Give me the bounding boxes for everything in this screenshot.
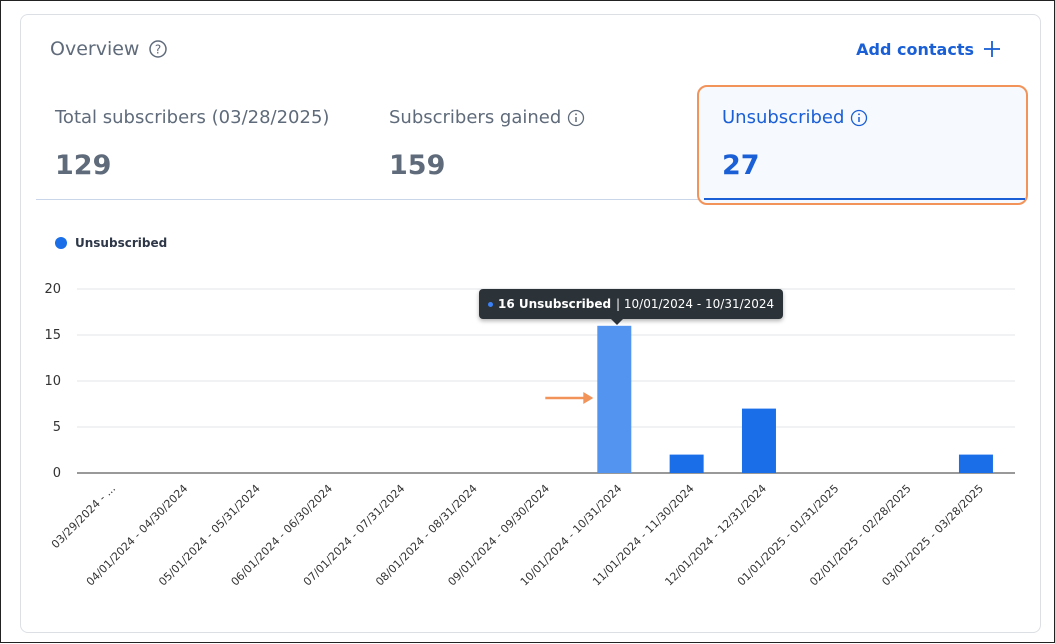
y-tick-label: 5 <box>53 420 61 435</box>
bar-tooltip: 16 Unsubscribed | 10/01/2024 - 10/31/202… <box>479 289 784 325</box>
bar[interactable] <box>958 454 993 473</box>
y-tick-label: 10 <box>44 374 61 389</box>
tooltip-value: 16 Unsubscribed <box>498 297 612 311</box>
bar[interactable] <box>597 325 632 473</box>
annotation-arrow-icon <box>583 392 594 404</box>
y-tick-label: 15 <box>44 328 61 343</box>
x-tick-label: 03/29/2024 - ... <box>49 482 118 551</box>
y-tick-label: 20 <box>44 282 61 297</box>
unsubscribed-bar-chart: 0510152003/29/2024 - ...04/01/2024 - 04/… <box>44 282 1015 589</box>
bar[interactable] <box>741 408 776 473</box>
bar[interactable] <box>669 454 704 473</box>
tooltip-dot <box>488 301 493 307</box>
tooltip-range: | 10/01/2024 - 10/31/2024 <box>616 297 775 311</box>
y-tick-label: 0 <box>53 466 61 481</box>
